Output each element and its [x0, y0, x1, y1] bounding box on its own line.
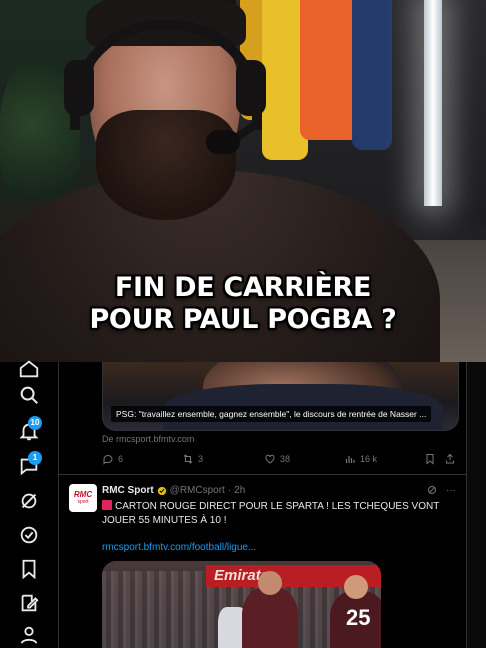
player-number: 25: [346, 605, 371, 630]
headset-earcup: [64, 60, 94, 116]
retweet-count: 3: [198, 454, 204, 464]
caption-line-2: POUR PAUL POGBA ?: [89, 304, 397, 335]
video-caption: FIN DE CARRIÈRE POUR PAUL POGBA ?: [0, 272, 486, 336]
avatar[interactable]: RMC sport: [69, 484, 97, 512]
avatar-logo-text: RMC: [73, 490, 93, 499]
jersey: [300, 0, 360, 140]
more-options-button[interactable]: ···: [446, 485, 456, 496]
bookmark-button[interactable]: [424, 453, 436, 465]
tweet-media-image[interactable]: Emirates 25: [102, 561, 381, 648]
avatar-logo-subtext: sport: [77, 499, 89, 505]
player-head: [258, 571, 282, 595]
messages-badge: 1: [28, 451, 42, 465]
retweet-icon: [183, 454, 193, 464]
author-handle[interactable]: @RMCsport: [170, 485, 225, 496]
red-square-icon: [102, 500, 112, 510]
author-name[interactable]: RMC Sport: [102, 485, 154, 496]
tweet-header: RMC Sport @RMCsport · 2h: [102, 485, 245, 496]
jersey: [352, 0, 392, 150]
tweet-actions: 6 3 38 16 k: [102, 453, 458, 467]
timeline-column: PSG: "travaillez ensemble, gagnez ensemb…: [58, 362, 466, 648]
media-caption: PSG: "travaillez ensemble, gagnez ensemb…: [111, 406, 432, 422]
card-source-link[interactable]: De rmcsport.bfmtv.com: [102, 434, 194, 444]
player: [242, 587, 298, 648]
share-icon: [446, 453, 454, 464]
views-button[interactable]: 16 k: [344, 453, 377, 465]
profile-icon[interactable]: [18, 624, 40, 646]
retweet-button[interactable]: 3: [182, 453, 203, 465]
player-head: [344, 575, 368, 599]
tweet[interactable]: RMC sport RMC Sport @RMCsport · 2h ··· C…: [58, 475, 466, 648]
screen: FIN DE CARRIÈRE POUR PAUL POGBA ? 10 1 P…: [0, 0, 486, 648]
views-chart-icon: [345, 456, 355, 463]
compose-icon[interactable]: [18, 592, 40, 614]
reply-button[interactable]: 6: [102, 453, 123, 465]
reply-icon: [103, 455, 113, 465]
share-button[interactable]: [444, 453, 456, 465]
verified-badge-icon: [157, 486, 166, 495]
separator-dot: ·: [227, 485, 232, 496]
reply-count: 6: [118, 454, 124, 464]
like-button[interactable]: 38: [264, 453, 290, 465]
caption-line-1: FIN DE CARRIÈRE: [114, 272, 372, 303]
heart-icon: [265, 454, 275, 464]
right-panel-edge: [466, 362, 486, 648]
tweet-media-card[interactable]: PSG: "travaillez ensemble, gagnez ensemb…: [102, 362, 459, 431]
tweet-link[interactable]: rmcsport.bfmtv.com/football/ligue...: [102, 542, 256, 553]
bookmark-icon: [426, 454, 434, 465]
twitter-feed: 10 1 PSG: "travaillez ensemble, gagnez e…: [0, 360, 486, 648]
light-bar: [424, 0, 442, 206]
bookmark-icon[interactable]: [18, 558, 40, 580]
headset-earcup: [236, 60, 266, 116]
communities-icon[interactable]: [18, 524, 40, 546]
views-count: 16 k: [360, 454, 378, 464]
tweet-top-actions: ···: [426, 484, 456, 496]
left-navigation: 10 1: [0, 360, 59, 648]
like-count: 38: [280, 454, 291, 464]
grok-icon[interactable]: [18, 490, 40, 512]
microphone-icon: [206, 130, 240, 154]
tweet-text: CARTON ROUGE DIRECT POUR LE SPARTA ! LES…: [102, 500, 450, 528]
tweet-timestamp[interactable]: 2h: [234, 485, 245, 496]
notifications-badge: 10: [28, 416, 42, 430]
search-icon[interactable]: [18, 384, 40, 406]
grok-icon[interactable]: [426, 484, 438, 496]
video-frame[interactable]: FIN DE CARRIÈRE POUR PAUL POGBA ?: [0, 0, 486, 362]
home-icon[interactable]: [18, 358, 40, 380]
tweet-text-content: CARTON ROUGE DIRECT POUR LE SPARTA ! LES…: [102, 501, 440, 526]
